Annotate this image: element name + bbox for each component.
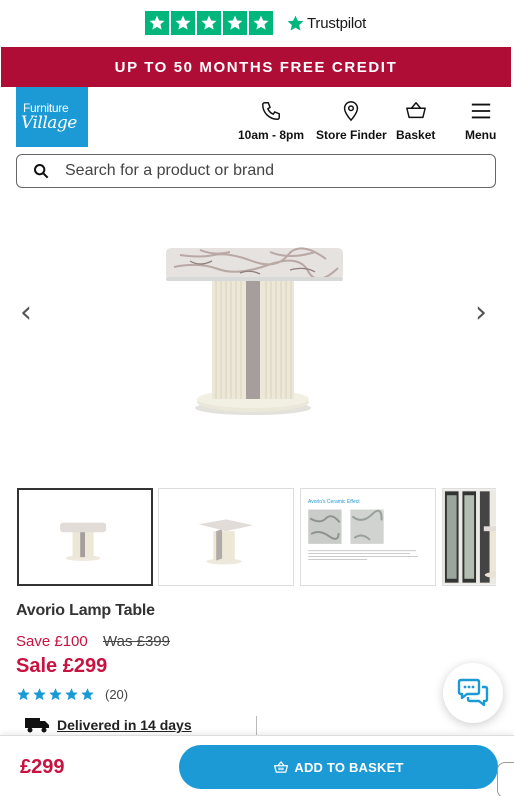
search-input[interactable] (65, 162, 465, 180)
live-chat-button[interactable] (443, 663, 503, 723)
nav-basket-label: Basket (396, 128, 436, 142)
chat-bubbles-icon (457, 678, 489, 707)
bottom-price: £299 (20, 756, 65, 778)
star-icon (17, 688, 30, 701)
trustpilot-star-icon (287, 15, 304, 31)
partial-widget[interactable] (497, 762, 514, 796)
product-rating[interactable]: (20) (16, 687, 128, 702)
promo-text: UP TO 50 MONTHS FREE CREDIT (114, 58, 398, 76)
thumbnail-2[interactable] (158, 488, 294, 586)
thumbnail-strip: Avorio's Ceramic Effect (17, 488, 496, 586)
trustpilot-stars (145, 11, 273, 35)
phone-icon (262, 102, 280, 120)
gallery-prev-arrow[interactable]: ‹ (20, 298, 32, 328)
star-icon (81, 688, 94, 701)
sale-price: Sale £299 (16, 655, 108, 677)
thumbnail-image (60, 522, 107, 561)
thumbnail-4[interactable] (442, 488, 496, 586)
delivery-info[interactable]: Delivered in 14 days (24, 716, 192, 734)
nav-store-finder[interactable]: Store Finder (316, 100, 387, 142)
thumbnail-image (198, 519, 254, 565)
basket-icon (274, 761, 289, 773)
save-amount: Save £100 (16, 633, 88, 650)
nav-hours-label: 10am - 8pm (238, 128, 305, 142)
rating-stars (16, 687, 95, 702)
star-icon (49, 688, 62, 701)
search-bar[interactable] (16, 154, 496, 188)
furniture-village-logo[interactable]: Furniture Village (16, 87, 88, 147)
trustpilot-label: Trustpilot (307, 14, 367, 32)
add-to-basket-label: ADD TO BASKET (294, 759, 404, 775)
nav-store-label: Store Finder (316, 128, 387, 142)
gallery-next-arrow[interactable]: › (475, 298, 487, 328)
nav-menu-label: Menu (465, 128, 497, 142)
star-icon (33, 688, 46, 701)
sticky-add-to-basket-bar: £299 ADD TO BASKET (0, 735, 514, 796)
was-price: Was £399 (103, 633, 170, 650)
delivery-truck-icon (25, 718, 49, 733)
star-icon (65, 688, 78, 701)
star-icon (223, 11, 247, 35)
logo-line2: Village (21, 113, 77, 133)
product-main-image[interactable] (150, 225, 360, 435)
divider (256, 716, 257, 736)
thumbnail-1[interactable] (17, 488, 153, 586)
nav-menu[interactable]: Menu (465, 100, 496, 142)
search-icon[interactable] (33, 163, 49, 179)
star-icon (249, 11, 273, 35)
location-pin-icon (344, 101, 359, 122)
basket-icon (405, 102, 426, 119)
add-to-basket-button[interactable]: ADD TO BASKET (179, 745, 498, 789)
product-page: Trustpilot UP TO 50 MONTHS FREE CREDIT F… (0, 0, 514, 796)
delivery-text: Delivered in 14 days (57, 717, 192, 733)
hamburger-menu-icon (471, 103, 490, 119)
product-title: Avorio Lamp Table (16, 602, 155, 619)
star-icon (171, 11, 195, 35)
star-icon (197, 11, 221, 35)
nav-basket[interactable]: Basket (396, 100, 435, 142)
star-icon (145, 11, 169, 35)
nav-opening-hours[interactable]: 10am - 8pm (238, 100, 304, 142)
thumbnail-image (443, 489, 496, 585)
thumbnail-image (308, 509, 418, 560)
review-count: (20) (105, 687, 129, 702)
trustpilot-logo: Trustpilot (286, 14, 366, 33)
trustpilot-widget[interactable]: Trustpilot (145, 11, 366, 35)
thumbnail-3[interactable]: Avorio's Ceramic Effect (300, 488, 436, 586)
promo-banner[interactable]: UP TO 50 MONTHS FREE CREDIT (1, 47, 511, 87)
